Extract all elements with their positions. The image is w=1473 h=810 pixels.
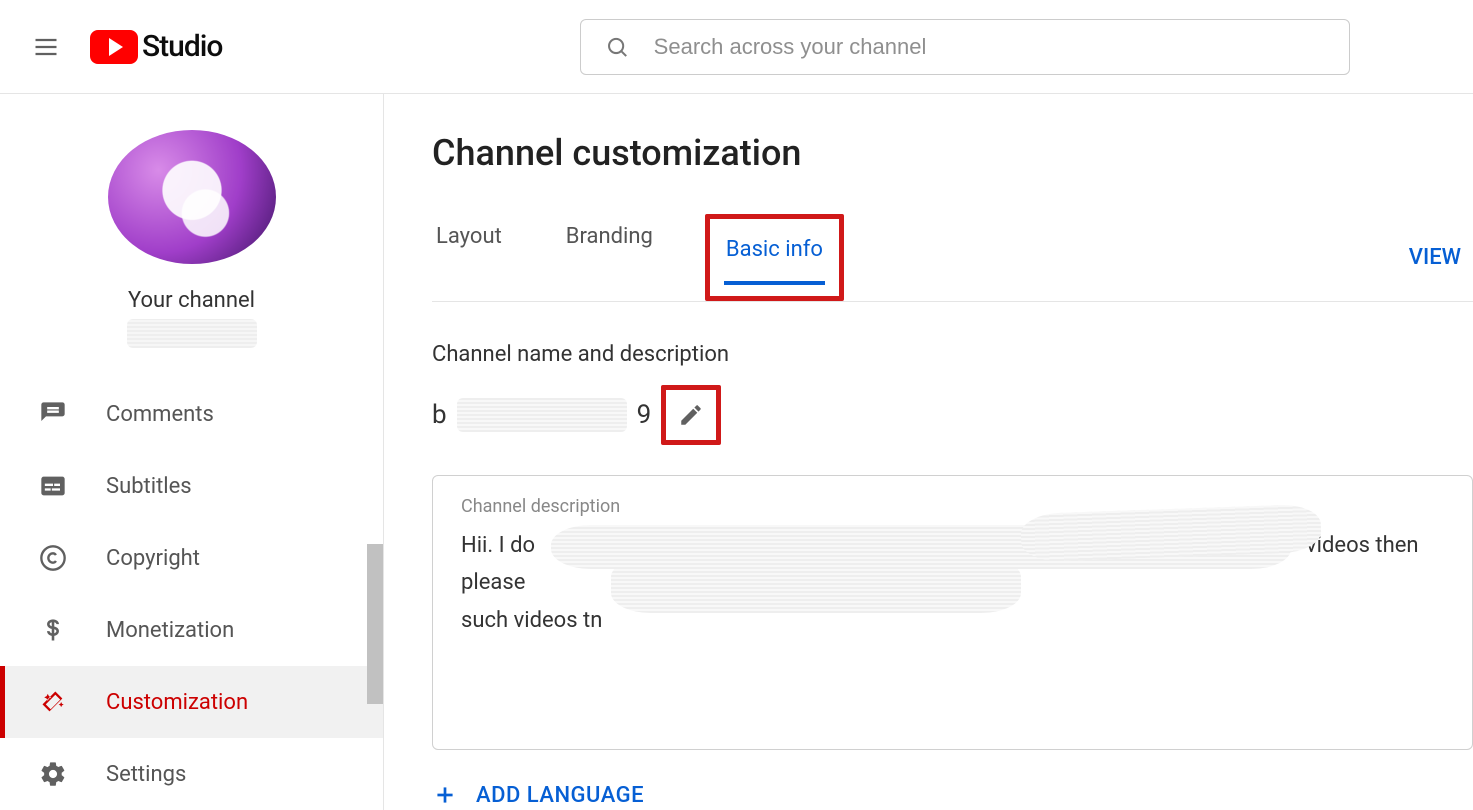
sidebar-item-customization[interactable]: Customization xyxy=(0,666,383,738)
sidebar-item-label: Subtitles xyxy=(106,474,192,499)
main-content: Channel customization Layout Branding Ba… xyxy=(384,94,1473,810)
search-input[interactable] xyxy=(654,34,1326,60)
logo-text: Studio xyxy=(142,29,222,64)
youtube-play-icon xyxy=(90,30,138,64)
desc-part-1: Hii. I do xyxy=(461,533,535,558)
view-channel-link[interactable]: VIEW xyxy=(1409,245,1463,270)
subtitles-icon xyxy=(38,471,68,501)
sidebar-item-label: Customization xyxy=(106,690,248,715)
sidebar-item-label: Monetization xyxy=(106,618,234,643)
desc-part-3: such videos tn xyxy=(461,608,602,633)
tab-basic-info[interactable]: Basic info xyxy=(722,227,827,284)
channel-avatar[interactable] xyxy=(108,130,276,264)
comment-icon xyxy=(38,399,68,429)
copyright-icon xyxy=(38,543,68,573)
plus-icon xyxy=(432,782,458,808)
redacted-text xyxy=(611,557,1021,613)
studio-logo[interactable]: Studio xyxy=(90,29,222,64)
app-header: Studio xyxy=(0,0,1473,94)
search-bar[interactable] xyxy=(580,19,1350,75)
hamburger-icon xyxy=(32,33,60,61)
sidebar-item-subtitles[interactable]: Subtitles xyxy=(0,450,383,522)
gear-icon xyxy=(38,759,68,789)
sidebar-item-copyright[interactable]: Copyright xyxy=(0,522,383,594)
sidebar-item-comments[interactable]: Comments xyxy=(0,378,383,450)
channel-name-row: b 9 xyxy=(432,385,1473,445)
sidebar-item-label: Copyright xyxy=(106,546,200,571)
channel-name-suffix: 9 xyxy=(637,400,652,430)
sidebar-item-settings[interactable]: Settings xyxy=(0,738,383,810)
channel-name-redacted-inline xyxy=(457,398,627,432)
wand-icon xyxy=(38,687,68,717)
tab-layout[interactable]: Layout xyxy=(432,214,506,301)
your-channel-label: Your channel xyxy=(0,288,383,313)
menu-button[interactable] xyxy=(30,31,62,63)
sidebar-item-monetization[interactable]: Monetization xyxy=(0,594,383,666)
channel-description-field[interactable]: Channel description Hii. I do videos the… xyxy=(432,475,1473,750)
pencil-icon[interactable] xyxy=(678,402,704,428)
sidebar: Your channel Comments Subtitles Copyrigh… xyxy=(0,94,384,810)
tabs: Layout Branding Basic info xyxy=(432,214,844,301)
scrollbar-thumb[interactable] xyxy=(367,544,383,704)
sidebar-item-label: Comments xyxy=(106,402,214,427)
sidebar-item-label: Settings xyxy=(106,762,186,787)
search-icon xyxy=(605,34,629,60)
tabs-row: Layout Branding Basic info VIEW xyxy=(432,214,1473,302)
highlight-edit-name-icon xyxy=(661,385,721,445)
tab-branding[interactable]: Branding xyxy=(562,214,657,301)
dollar-icon xyxy=(38,615,68,645)
sidebar-nav: Comments Subtitles Copyright Monetizatio… xyxy=(0,378,383,810)
page-title: Channel customization xyxy=(432,132,1473,174)
add-language-button[interactable]: ADD LANGUAGE xyxy=(432,782,1473,808)
section-name-label: Channel name and description xyxy=(432,342,1473,367)
channel-name-prefix: b xyxy=(432,400,447,430)
add-language-label: ADD LANGUAGE xyxy=(476,783,644,808)
highlight-basic-info-tab: Basic info xyxy=(705,214,844,301)
channel-description-text: Hii. I do videos then please such videos… xyxy=(461,527,1444,639)
channel-name-redacted xyxy=(127,319,257,348)
